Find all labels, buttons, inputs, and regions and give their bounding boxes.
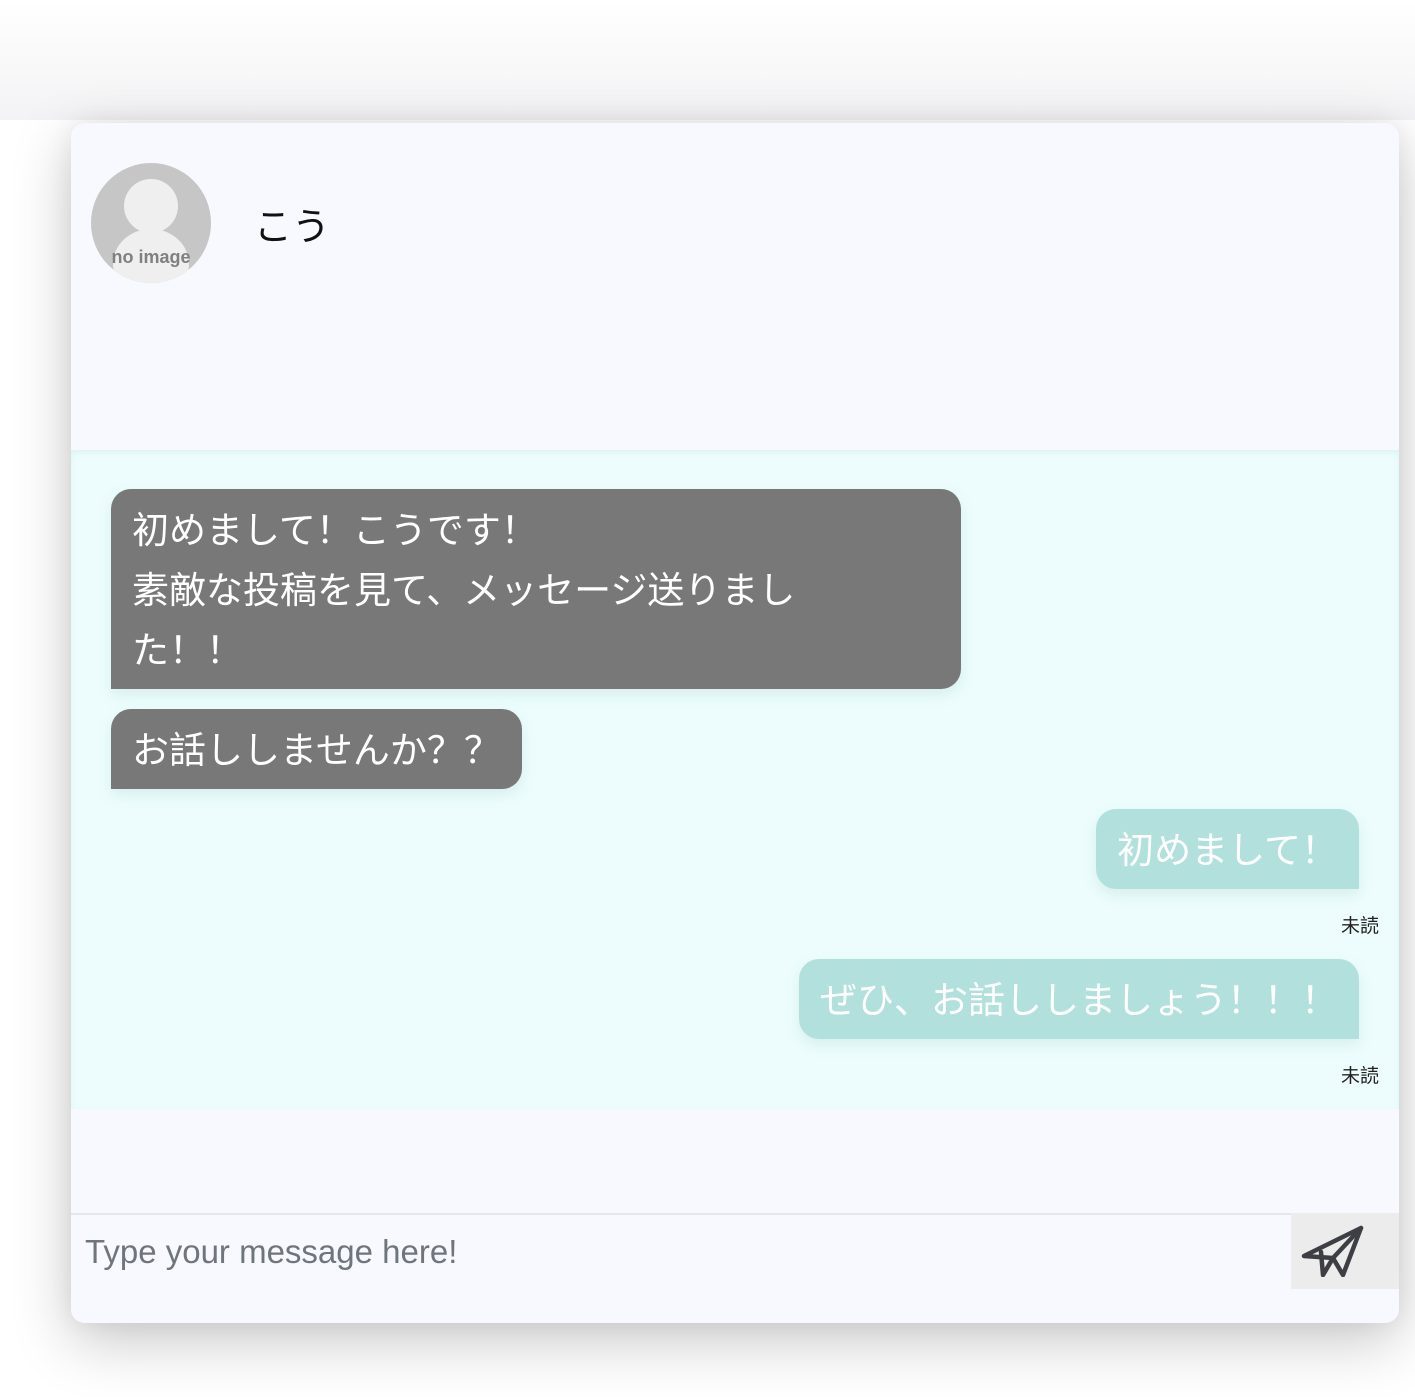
read-status: 未読	[1340, 915, 1379, 937]
chat-partner-name[interactable]: こう	[254, 203, 330, 251]
read-status: 未読	[1340, 1065, 1379, 1087]
message-text-line: た！！	[132, 629, 243, 672]
message-text: お話ししませんか？？	[132, 729, 501, 772]
chat-window: no image こう 初めまして！こうです！ 素敵な投稿を見て、メッセージ送り…	[71, 123, 1399, 1323]
send-button[interactable]	[1291, 1213, 1399, 1289]
page-background	[0, 0, 1415, 120]
chat-header: no image こう	[71, 123, 1399, 450]
message-bubble-sent: ぜひ、お話ししましょう！！！	[799, 959, 1359, 1039]
message-text-line: 素敵な投稿を見て、メッセージ送りまし	[132, 569, 796, 612]
message-text-line: 初めまして！こうです！	[132, 509, 538, 552]
message-text: 初めまして！	[1117, 829, 1338, 872]
paper-plane-icon	[1301, 1225, 1364, 1277]
avatar[interactable]: no image	[91, 163, 211, 283]
message-list[interactable]: 初めまして！こうです！ 素敵な投稿を見て、メッセージ送りまし た！！ お話ししま…	[71, 450, 1399, 1109]
message-composer	[71, 1109, 1399, 1323]
message-bubble-sent: 初めまして！	[1096, 809, 1359, 889]
message-bubble-received: 初めまして！こうです！ 素敵な投稿を見て、メッセージ送りまし た！！	[111, 489, 961, 689]
message-bubble-received: お話ししませんか？？	[111, 709, 522, 789]
avatar-head-shape	[124, 179, 178, 233]
message-text: ぜひ、お話ししましょう！！！	[820, 979, 1338, 1022]
avatar-placeholder-label: no image	[111, 247, 191, 267]
message-input[interactable]	[71, 1213, 1291, 1289]
